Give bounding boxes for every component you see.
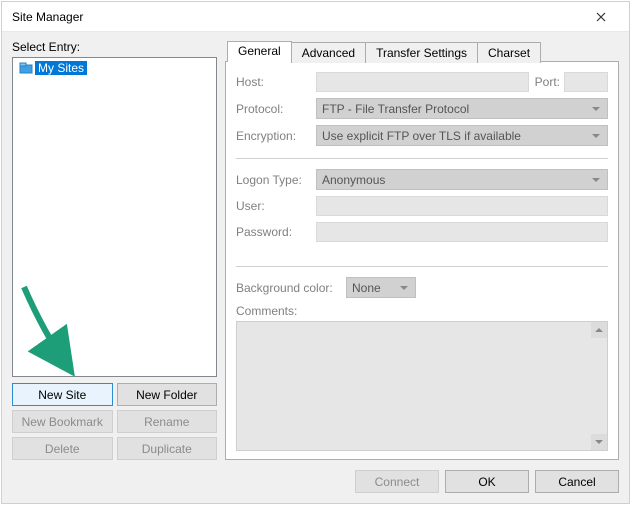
- bgcolor-value: None: [352, 281, 381, 295]
- new-bookmark-button[interactable]: New Bookmark: [12, 410, 113, 433]
- encryption-label: Encryption:: [236, 129, 316, 143]
- duplicate-button[interactable]: Duplicate: [117, 437, 218, 460]
- folder-icon: [19, 61, 33, 75]
- tree-item-my-sites[interactable]: My Sites: [15, 60, 214, 76]
- new-site-button[interactable]: New Site: [12, 383, 113, 406]
- new-folder-button[interactable]: New Folder: [117, 383, 218, 406]
- dialog-body: Select Entry: My Sites New Site New Fold…: [2, 32, 629, 503]
- tab-advanced[interactable]: Advanced: [291, 42, 366, 63]
- rename-button[interactable]: Rename: [117, 410, 218, 433]
- general-panel: Host: Port: Protocol: FTP - File Transfe…: [225, 61, 619, 460]
- comments-label: Comments:: [236, 304, 608, 318]
- comments-textarea[interactable]: [236, 321, 608, 451]
- close-button[interactable]: [581, 3, 621, 31]
- host-input[interactable]: [316, 72, 529, 92]
- port-label: Port:: [535, 75, 560, 89]
- scroll-down-icon[interactable]: [591, 434, 607, 450]
- window-title: Site Manager: [12, 10, 581, 24]
- bgcolor-select[interactable]: None: [346, 277, 416, 298]
- divider: [236, 266, 608, 267]
- password-input[interactable]: [316, 222, 608, 242]
- tab-charset[interactable]: Charset: [477, 42, 541, 63]
- right-pane: General Advanced Transfer Settings Chars…: [225, 40, 619, 460]
- tab-strip: General Advanced Transfer Settings Chars…: [225, 40, 619, 61]
- protocol-value: FTP - File Transfer Protocol: [322, 102, 469, 116]
- cancel-button[interactable]: Cancel: [535, 470, 619, 493]
- logon-type-value: Anonymous: [322, 173, 385, 187]
- user-input[interactable]: [316, 196, 608, 216]
- left-button-grid: New Site New Folder New Bookmark Rename …: [12, 383, 217, 460]
- tree-item-label: My Sites: [35, 61, 87, 75]
- entry-tree[interactable]: My Sites: [12, 57, 217, 377]
- tab-transfer-settings[interactable]: Transfer Settings: [365, 42, 478, 63]
- password-label: Password:: [236, 225, 316, 239]
- protocol-label: Protocol:: [236, 102, 316, 116]
- dialog-footer: Connect OK Cancel: [12, 470, 619, 493]
- protocol-select[interactable]: FTP - File Transfer Protocol: [316, 98, 608, 119]
- site-manager-window: Site Manager Select Entry: My Sites New …: [1, 1, 630, 504]
- logon-type-label: Logon Type:: [236, 173, 316, 187]
- close-icon: [596, 12, 606, 22]
- scroll-up-icon[interactable]: [591, 322, 607, 338]
- divider: [236, 158, 608, 159]
- select-entry-label: Select Entry:: [12, 40, 217, 54]
- port-input[interactable]: [564, 72, 608, 92]
- encryption-select[interactable]: Use explicit FTP over TLS if available: [316, 125, 608, 146]
- encryption-value: Use explicit FTP over TLS if available: [322, 129, 521, 143]
- bgcolor-label: Background color:: [236, 281, 346, 295]
- logon-type-select[interactable]: Anonymous: [316, 169, 608, 190]
- left-pane: Select Entry: My Sites New Site New Fold…: [12, 40, 217, 460]
- titlebar: Site Manager: [2, 2, 629, 32]
- tab-general[interactable]: General: [227, 41, 292, 62]
- ok-button[interactable]: OK: [445, 470, 529, 493]
- connect-button[interactable]: Connect: [355, 470, 439, 493]
- delete-button[interactable]: Delete: [12, 437, 113, 460]
- user-label: User:: [236, 199, 316, 213]
- host-label: Host:: [236, 75, 316, 89]
